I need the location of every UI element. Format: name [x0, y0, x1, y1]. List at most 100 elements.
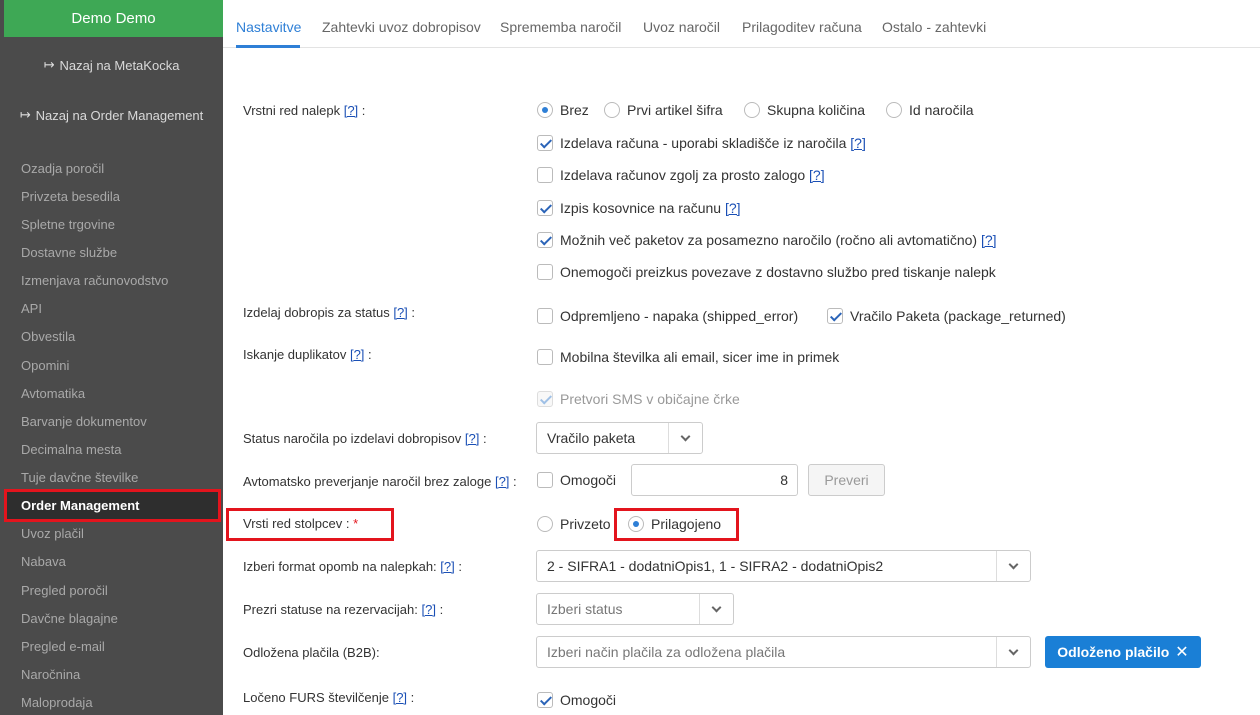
sidebar-item[interactable]: Naročnina: [21, 667, 80, 682]
radio-prvi-artikel[interactable]: Prvi artikel šifra: [604, 102, 723, 118]
sidebar-item-order-management[interactable]: Order Management: [4, 489, 221, 522]
sidebar-item[interactable]: Izmenjava računovodstvo: [21, 273, 168, 288]
label-order: Vrstni red nalepk [?] :: [243, 103, 366, 118]
label-column-order: Vrsti red stolpcev : *: [243, 516, 359, 531]
sidebar-item[interactable]: Dostavne službe: [21, 245, 117, 260]
active-tab-underline: [236, 45, 300, 48]
radio-icon: [886, 102, 902, 118]
help-link[interactable]: [?]: [809, 167, 825, 183]
label-duplicates: Iskanje duplikatov [?] :: [243, 347, 372, 362]
deferred-payment-tag[interactable]: Odloženo plačilo ✕: [1045, 636, 1201, 668]
checkbox-sms-convert: Pretvori SMS v običajne črke: [537, 391, 740, 407]
checkbox-checked-icon: [537, 200, 553, 216]
sidebar-item[interactable]: Avtomatika: [21, 386, 85, 401]
label-ignore-status: Prezri statuse na rezervacijah: [?] :: [243, 602, 444, 617]
tab-uvoz-narocil[interactable]: Uvoz naročil: [643, 19, 720, 35]
checkbox-bom-print[interactable]: Izpis kosovnice na računu [?]: [537, 200, 741, 216]
checkbox-furs-enable[interactable]: Omogoči: [537, 692, 616, 708]
checkbox-checked-icon: [537, 135, 553, 151]
sidebar-item[interactable]: Ozadja poročil: [21, 161, 104, 176]
chevron-down-icon: [699, 594, 733, 624]
radio-selected-icon: [628, 516, 644, 532]
exit-icon: ↦: [43, 57, 55, 72]
note-format-select[interactable]: 2 - SIFRA1 - dodatniOpis1, 1 - SIFRA2 - …: [536, 550, 1031, 582]
sidebar-item[interactable]: Opomini: [21, 358, 69, 373]
help-link[interactable]: [?]: [981, 232, 997, 248]
tab-prilagoditev-racuna[interactable]: Prilagoditev računa: [742, 19, 862, 35]
chevron-down-icon: [996, 637, 1030, 667]
radio-icon: [604, 102, 620, 118]
sidebar-item[interactable]: Pregled poročil: [21, 583, 108, 598]
radio-skupna-kolicina[interactable]: Skupna količina: [744, 102, 865, 118]
checkbox-invoice-stock-only[interactable]: Izdelava računov zgolj za prosto zalogo …: [537, 167, 825, 183]
sidebar-item[interactable]: Maloprodaja: [21, 695, 93, 710]
checkbox-icon: [537, 472, 553, 488]
radio-icon: [744, 102, 760, 118]
label-deferred-payments: Odložena plačila (B2B):: [243, 645, 380, 660]
tab-ostalo-zahtevki[interactable]: Ostalo - zahtevki: [882, 19, 986, 35]
help-link[interactable]: [?]: [393, 690, 407, 705]
deferred-payment-select[interactable]: Izberi način plačila za odložena plačila: [536, 636, 1031, 668]
sidebar-item[interactable]: Nabava: [21, 554, 66, 569]
sidebar-item[interactable]: Decimalna mesta: [21, 442, 121, 457]
radio-privzeto[interactable]: Privzeto: [537, 516, 611, 532]
sidebar-item[interactable]: Pregled e-mail: [21, 639, 105, 654]
checkbox-checked-icon: [537, 391, 553, 407]
sidebar: Demo Demo ↦ Nazaj na MetaKocka ↦ Nazaj n…: [0, 0, 223, 715]
tab-sprememba-narocil[interactable]: Sprememba naročil: [500, 19, 621, 35]
checkbox-checked-icon: [537, 692, 553, 708]
back-order-management-link[interactable]: ↦ Nazaj na Order Management: [0, 106, 223, 124]
help-link[interactable]: [?]: [344, 103, 358, 118]
close-icon[interactable]: ✕: [1175, 642, 1188, 662]
label-status-after-credit: Status naročila po izdelavi dobropisov […: [243, 431, 487, 446]
radio-selected-icon: [537, 102, 553, 118]
ignore-status-select[interactable]: Izberi status: [536, 593, 734, 625]
check-button[interactable]: Preveri: [808, 464, 885, 496]
help-link[interactable]: [?]: [421, 602, 435, 617]
radio-icon: [537, 516, 553, 532]
back-order-management-label: Nazaj na Order Management: [35, 107, 204, 123]
checkbox-checked-icon: [827, 308, 843, 324]
sidebar-item[interactable]: Spletne trgovine: [21, 217, 115, 232]
sidebar-item[interactable]: Tuje davčne številke: [21, 470, 138, 485]
required-mark: *: [353, 516, 359, 531]
checkbox-checked-icon: [537, 232, 553, 248]
sidebar-item[interactable]: API: [21, 301, 42, 316]
checkbox-mobile-email[interactable]: Mobilna številka ali email, sicer ime in…: [537, 349, 839, 365]
radio-prilagojeno[interactable]: Prilagojeno: [628, 516, 721, 532]
help-link[interactable]: [?]: [440, 559, 454, 574]
auto-check-number-input[interactable]: 8: [631, 464, 798, 496]
help-link[interactable]: [?]: [350, 347, 364, 362]
exit-icon: ↦: [19, 107, 31, 122]
label-furs: Ločeno FURS številčenje [?] :: [243, 690, 415, 705]
sidebar-item[interactable]: Barvanje dokumentov: [21, 414, 147, 429]
sidebar-item[interactable]: Privzeta besedila: [21, 189, 120, 204]
sidebar-item[interactable]: Davčne blagajne: [21, 611, 118, 626]
help-link[interactable]: [?]: [495, 474, 509, 489]
checkbox-disable-check[interactable]: Onemogoči preizkus povezave z dostavno s…: [537, 264, 996, 280]
checkbox-icon: [537, 349, 553, 365]
help-link[interactable]: [?]: [850, 135, 866, 151]
label-credit-status: Izdelaj dobropis za status [?] :: [243, 305, 416, 320]
back-metakocka-label: Nazaj na MetaKocka: [59, 57, 180, 73]
sidebar-item[interactable]: Uvoz plačil: [21, 526, 84, 541]
checkbox-multi-packages[interactable]: Možnih več paketov za posamezno naročilo…: [537, 232, 997, 248]
chevron-down-icon: [668, 423, 702, 453]
label-note-format: Izberi format opomb na nalepkah: [?] :: [243, 559, 462, 574]
checkbox-icon: [537, 308, 553, 324]
help-link[interactable]: [?]: [393, 305, 407, 320]
tab-nastavitve[interactable]: Nastavitve: [236, 19, 301, 35]
checkbox-invoice-warehouse[interactable]: Izdelava računa - uporabi skladišče iz n…: [537, 135, 866, 151]
brand-title: Demo Demo: [4, 0, 223, 37]
back-metakocka-link[interactable]: ↦ Nazaj na MetaKocka: [0, 56, 223, 74]
checkbox-package-returned[interactable]: Vračilo Paketa (package_returned): [827, 308, 1066, 324]
radio-id-narocila[interactable]: Id naročila: [886, 102, 974, 118]
radio-brez[interactable]: Brez: [537, 102, 589, 118]
help-link[interactable]: [?]: [465, 431, 479, 446]
checkbox-shipped-error[interactable]: Odpremljeno - napaka (shipped_error): [537, 308, 798, 324]
status-after-credit-select[interactable]: Vračilo paketa: [536, 422, 703, 454]
checkbox-auto-check-enable[interactable]: Omogoči: [537, 472, 616, 488]
help-link[interactable]: [?]: [725, 200, 741, 216]
sidebar-item[interactable]: Obvestila: [21, 329, 75, 344]
tab-zahtevki-uvoz-dobropisov[interactable]: Zahtevki uvoz dobropisov: [322, 19, 481, 35]
